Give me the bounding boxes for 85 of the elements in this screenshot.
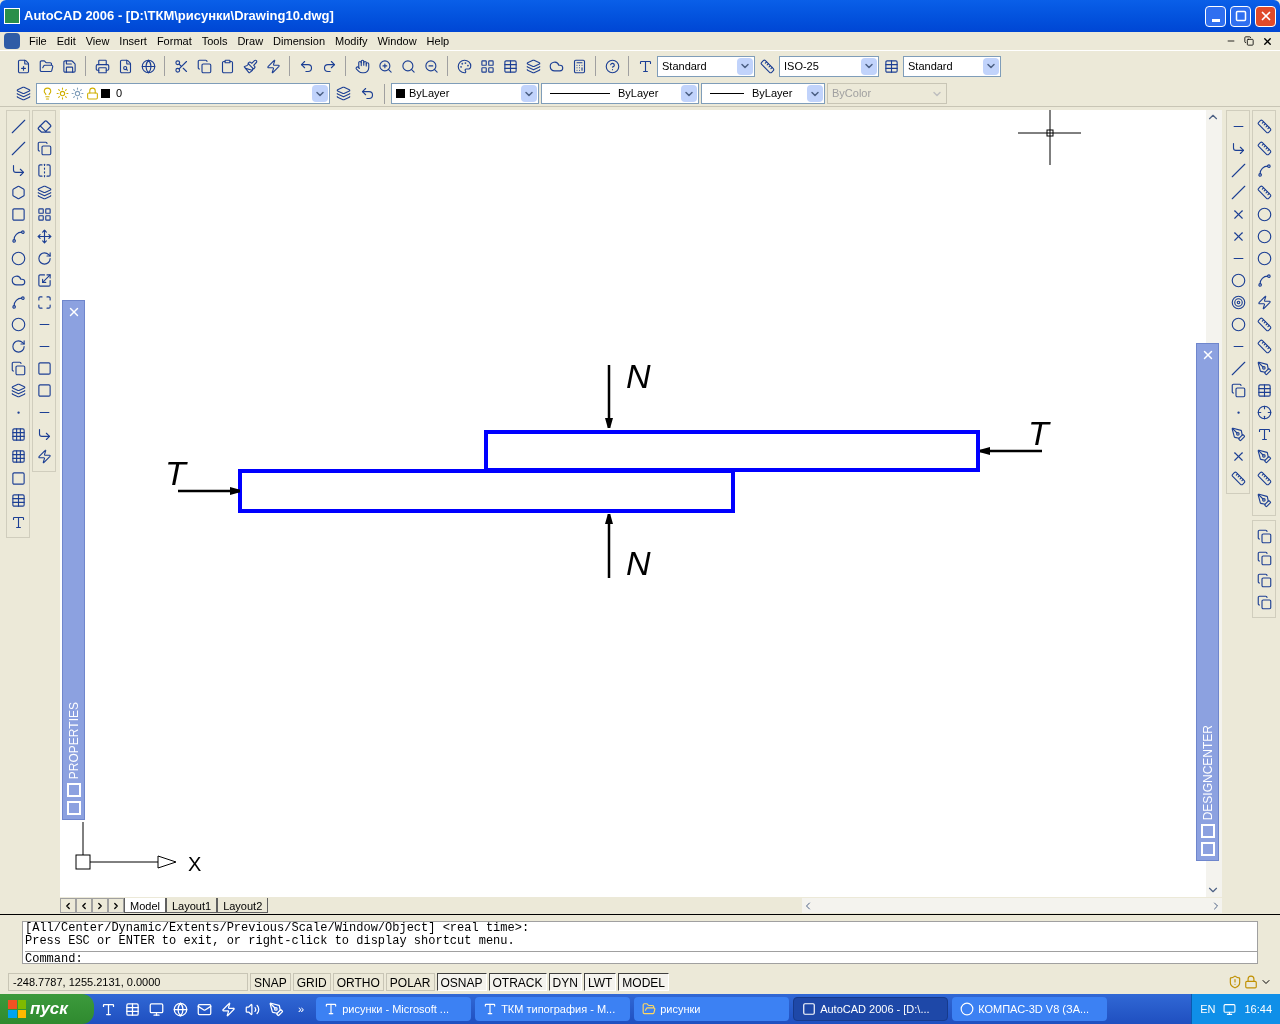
status-toggle[interactable]: DYN <box>548 973 582 991</box>
layout-tab[interactable]: Layout2 <box>217 898 269 913</box>
tab-nav-button[interactable] <box>92 898 108 913</box>
folder-icon <box>642 1002 657 1016</box>
horizontal-scrollbar[interactable] <box>802 898 1222 913</box>
command-window[interactable]: [All/Center/Dynamic/Extents/Previous/Scale/Window/Object] <real time>: Press ESC or ENTER to exit, or right-click to display shortcut menu. Command: <box>22 921 1258 964</box>
warning-icon <box>1228 975 1242 989</box>
restore-icon <box>1244 36 1254 46</box>
minimize-icon <box>1211 18 1220 22</box>
style-dropdown[interactable]: ISO-25 <box>779 55 879 77</box>
sun-icon <box>56 87 69 100</box>
menu-item[interactable]: View <box>80 32 115 50</box>
taskbar-button[interactable]: КОМПАС-3D V8 (ЗА... <box>952 997 1108 1021</box>
taskbar-button[interactable]: рисунки <box>634 997 790 1021</box>
status-toggle[interactable]: OSNAP <box>436 973 487 991</box>
windows-logo-icon <box>8 1000 26 1018</box>
ucs-icon <box>75 821 177 870</box>
color-swatch <box>101 89 110 98</box>
status-toggle[interactable]: LWT <box>583 973 617 991</box>
taskbar-button[interactable]: AutoCAD 2006 - [D:\... <box>793 997 949 1021</box>
close-button[interactable] <box>1255 5 1276 27</box>
status-toggle[interactable]: POLAR <box>385 973 435 991</box>
palette-title: PROPERTIES <box>65 701 82 779</box>
tab-nav-button[interactable] <box>60 898 76 913</box>
line-sample <box>710 93 744 94</box>
maximize-icon <box>1234 10 1247 22</box>
style-dropdown[interactable]: ByLayer <box>541 83 699 104</box>
network-icon <box>1223 1002 1237 1016</box>
x-axis-label: X <box>188 853 202 875</box>
menu-item[interactable]: Insert <box>114 32 152 50</box>
taskbar-button[interactable]: ТКМ типография - М... <box>475 997 631 1021</box>
status-toggle[interactable]: MODEL <box>618 973 669 991</box>
menu-item[interactable]: Modify <box>330 32 373 50</box>
layout-tab[interactable]: Layout1 <box>165 898 218 913</box>
force-label: N <box>626 544 651 582</box>
coordinates-display: -248.7787, 1255.2131, 0.0000 <box>8 973 248 991</box>
sun-icon <box>71 87 84 100</box>
line-sample <box>550 93 610 94</box>
command-history-line: [All/Center/Dynamic/Extents/Previous/Scale/Window/Object] <real time>: <box>25 922 531 935</box>
menu-item[interactable]: Draw <box>232 32 269 50</box>
force-label: T <box>165 454 186 492</box>
close-icon <box>1261 35 1273 47</box>
clock: 16:44 <box>1244 1001 1272 1017</box>
start-button[interactable]: пуск <box>0 994 94 1024</box>
crosshair-cursor <box>1017 110 1082 166</box>
style-dropdown[interactable]: Standard <box>657 55 755 77</box>
style-dropdown[interactable]: Standard <box>903 55 1001 77</box>
command-history-line: Press ESC or ENTER to exit, or right-click to display shortcut menu. <box>25 935 516 948</box>
force-label: T <box>1028 414 1049 452</box>
menu-item[interactable]: Help <box>421 32 455 50</box>
app-icon <box>802 1002 817 1016</box>
maximize-button[interactable] <box>1230 5 1251 27</box>
layout-tab[interactable]: Model <box>124 898 166 913</box>
menu-item[interactable]: Tools <box>196 32 233 50</box>
auto-hide-icon <box>66 783 81 797</box>
status-toggle[interactable]: ORTHO <box>332 973 384 991</box>
lightbulb-icon <box>41 87 54 100</box>
palette-menu-icon <box>1200 842 1215 856</box>
menu-item[interactable]: Format <box>151 32 197 50</box>
force-label: N <box>626 357 651 395</box>
app-logo-icon <box>4 8 20 24</box>
palette-menu-icon <box>66 801 81 815</box>
tab-nav-button[interactable] <box>76 898 92 913</box>
command-prompt: Command: <box>25 951 1257 966</box>
style-dropdown[interactable]: ByLayer <box>391 83 539 104</box>
status-toggle[interactable]: GRID <box>292 973 331 991</box>
app-icon <box>960 1002 975 1016</box>
color-swatch <box>396 89 405 98</box>
menu-item[interactable]: Dimension <box>268 32 331 50</box>
window-title: AutoCAD 2006 - [D:\ТКМ\рисунки\Drawing10.dwg] <box>24 7 335 26</box>
menu-item[interactable]: Window <box>372 32 422 50</box>
style-dropdown[interactable]: ByLayer <box>701 83 825 104</box>
minimize-button[interactable] <box>1205 5 1226 27</box>
more-button[interactable]: » <box>290 1000 313 1018</box>
tab-nav-button[interactable] <box>108 898 124 913</box>
auto-hide-icon <box>1200 824 1215 838</box>
lock-icon <box>1244 975 1258 989</box>
menu-item[interactable]: Edit <box>51 32 81 50</box>
layer-name: 0 <box>115 86 124 102</box>
layer-dropdown[interactable]: 0 <box>36 83 330 104</box>
lock-icon <box>86 87 99 100</box>
status-toggle[interactable]: SNAP <box>250 973 291 991</box>
menu-item[interactable]: File <box>24 32 52 50</box>
taskbar-button[interactable]: рисунки - Microsoft ... <box>316 997 472 1021</box>
status-toggle[interactable]: OTRACK <box>488 973 547 991</box>
